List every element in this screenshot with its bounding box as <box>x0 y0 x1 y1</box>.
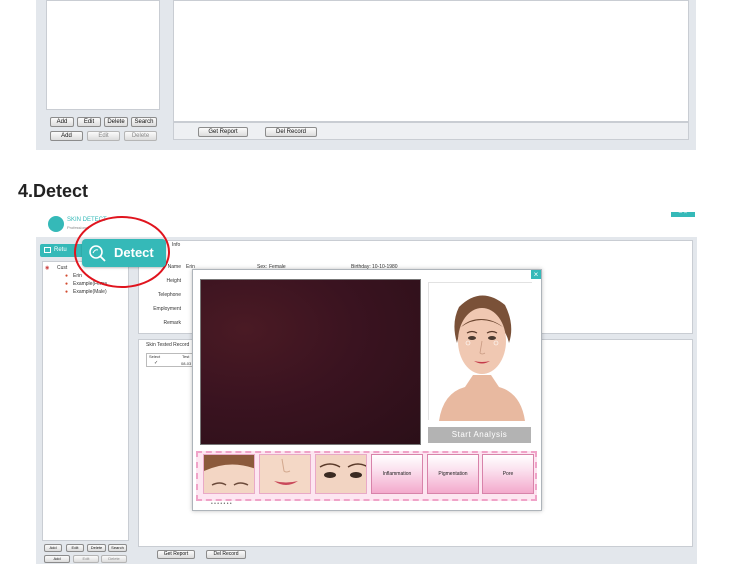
record-panel <box>173 0 689 122</box>
top-add-button[interactable]: Add <box>50 117 74 127</box>
detect-label: Detect <box>114 245 154 260</box>
return-label: Retu <box>54 247 67 253</box>
window-controls[interactable]: – × <box>671 212 695 217</box>
top-edit-button[interactable]: Edit <box>77 117 101 127</box>
edit-button[interactable]: Edit <box>66 544 84 552</box>
top-delete-button-2[interactable]: Delete <box>124 131 157 141</box>
top-del-record-button[interactable]: Del Record <box>265 127 317 137</box>
top-screenshot: Add Edit Delete Search Add Edit Delete G… <box>36 0 696 150</box>
customer-tree-panel <box>46 0 160 110</box>
user-icon: ● <box>65 281 69 287</box>
telephone-label: Telephone <box>157 292 181 298</box>
get-report-button[interactable]: Get Report <box>157 550 195 559</box>
start-analysis-button[interactable]: Start Analysis <box>428 427 531 443</box>
customer-tree-panel: ◉ Cust ● Erin ● Example(Fema ● Example(M… <box>42 261 129 541</box>
camera-view <box>200 279 421 445</box>
tree-item-label: Erin <box>73 273 82 279</box>
mouth-thumbnail[interactable] <box>259 454 311 494</box>
app-window: SKIN DETECT Professional – × Retu ◉ Cust… <box>36 212 697 564</box>
pore-button[interactable]: Pore <box>482 454 534 494</box>
top-delete-button[interactable]: Delete <box>104 117 128 127</box>
remark-label: Remark <box>163 320 181 326</box>
user-icon: ● <box>65 273 69 279</box>
del-record-button[interactable]: Del Record <box>206 550 246 559</box>
record-footer <box>173 122 689 140</box>
employment-label: Employment <box>153 306 181 312</box>
col-select-header: Select <box>149 354 161 359</box>
page-dots[interactable]: • • • • • • • <box>211 501 232 507</box>
back-icon <box>44 247 51 253</box>
section-heading: 4.Detect <box>18 181 89 201</box>
record-table: Select Test ✓ 08-03 <box>146 353 196 367</box>
top-edit-button-2[interactable]: Edit <box>87 131 120 141</box>
delete-button[interactable]: Delete <box>87 544 106 552</box>
mouth-image <box>260 455 310 493</box>
delete-button-2[interactable]: Delete <box>101 555 127 563</box>
top-add-button-2[interactable]: Add <box>50 131 83 141</box>
add-button[interactable]: Add <box>44 544 62 552</box>
top-get-report-button[interactable]: Get Report <box>198 127 248 137</box>
info-tab[interactable]: Info <box>172 242 180 248</box>
dialog-close-button[interactable]: × <box>531 270 541 279</box>
face-image <box>429 283 533 421</box>
forehead-image <box>204 455 254 493</box>
detect-button[interactable]: Detect <box>82 239 166 267</box>
logo-icon <box>48 216 64 232</box>
tested-record-title: Skin Tested Record <box>146 342 190 348</box>
inflammation-button[interactable]: Inflammation <box>371 454 423 494</box>
eye-image <box>316 455 366 493</box>
user-icon: ● <box>65 289 69 295</box>
face-preview <box>428 282 533 421</box>
add-button-2[interactable]: Add <box>44 555 70 563</box>
col-test-header: Test <box>182 354 190 359</box>
tree-item-label: Example(Male) <box>73 289 107 295</box>
tree-root-label: Cust <box>57 265 68 271</box>
row-date: 08-03 <box>181 361 192 366</box>
tree-root-icon: ◉ <box>45 265 50 271</box>
row-checkbox[interactable]: ✓ <box>154 360 158 366</box>
detect-icon <box>89 245 106 262</box>
pigmentation-button[interactable]: Pigmentation <box>427 454 479 494</box>
edit-button-2[interactable]: Edit <box>73 555 99 563</box>
top-search-button[interactable]: Search <box>131 117 157 127</box>
forehead-thumbnail[interactable] <box>203 454 255 494</box>
search-button[interactable]: Search <box>108 544 127 552</box>
eye-thumbnail[interactable] <box>315 454 367 494</box>
